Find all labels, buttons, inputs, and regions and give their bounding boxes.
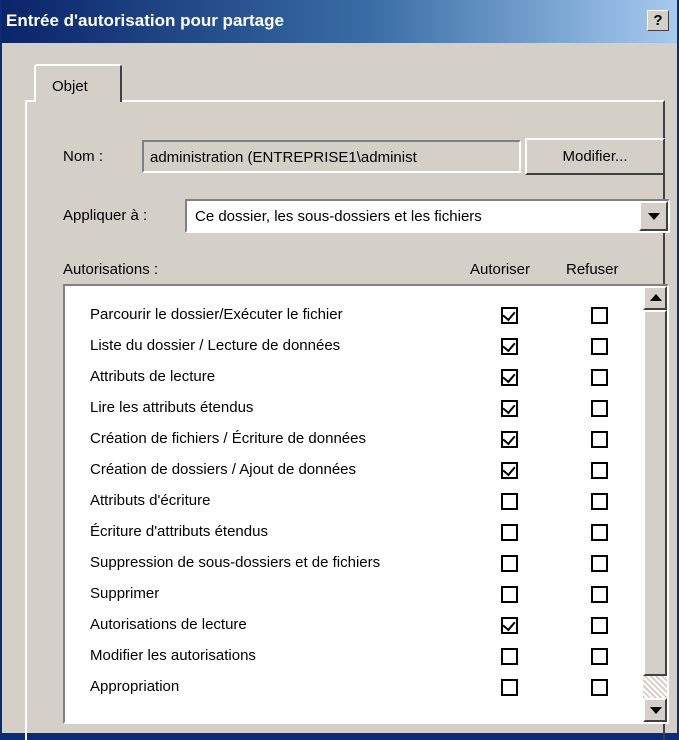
permission-label: Attributs d'écriture [90, 492, 211, 509]
deny-checkbox[interactable] [591, 648, 608, 665]
deny-checkbox[interactable] [591, 431, 608, 448]
permission-row: Attributs de lecture [65, 362, 635, 393]
checkmark-icon [502, 431, 516, 446]
allow-column-header: Autoriser [470, 261, 531, 278]
permission-entry-dialog: Entrée d'autorisation pour partage ? Obj… [0, 0, 679, 740]
permission-row: Écriture d'attributs étendus [65, 517, 635, 548]
permission-label: Liste du dossier / Lecture de données [90, 337, 341, 354]
deny-checkbox[interactable] [591, 307, 608, 324]
scroll-thumb[interactable] [643, 310, 667, 676]
name-value: administration (ENTREPRISE1\administ [150, 149, 417, 166]
deny-checkbox[interactable] [591, 555, 608, 572]
deny-checkbox[interactable] [591, 586, 608, 603]
allow-checkbox[interactable] [501, 431, 518, 448]
allow-checkbox[interactable] [501, 338, 518, 355]
tab-label: Objet [52, 78, 88, 95]
permission-row: Lire les attributs étendus [65, 393, 635, 424]
apply-to-value: Ce dossier, les sous-dossiers et les fic… [195, 208, 482, 225]
chevron-down-icon [648, 213, 660, 220]
permission-label: Création de dossiers / Ajout de données [90, 461, 357, 478]
permission-row: Création de dossiers / Ajout de données [65, 455, 635, 486]
allow-checkbox[interactable] [501, 648, 518, 665]
permission-row: Parcourir le dossier/Exécuter le fichier [65, 300, 635, 331]
permission-label: Suppression de sous-dossiers et de fichi… [90, 554, 381, 571]
apply-to-select[interactable]: Ce dossier, les sous-dossiers et les fic… [185, 199, 670, 233]
permission-row: Supprimer [65, 579, 635, 610]
deny-checkbox[interactable] [591, 369, 608, 386]
permission-label: Modifier les autorisations [90, 647, 256, 664]
permission-row: Autorisations de lecture [65, 610, 635, 641]
scroll-down-button[interactable] [643, 698, 667, 722]
allow-checkbox[interactable] [501, 369, 518, 386]
deny-column-header: Refuser [566, 261, 619, 278]
checkmark-icon [502, 617, 516, 632]
allow-checkbox[interactable] [501, 679, 518, 696]
title-bar[interactable]: Entrée d'autorisation pour partage ? [2, 0, 677, 43]
vertical-scrollbar[interactable] [643, 286, 667, 722]
permission-row: Liste du dossier / Lecture de données [65, 331, 635, 362]
name-field: administration (ENTREPRISE1\administ [142, 140, 521, 173]
checkmark-icon [502, 338, 516, 353]
deny-checkbox[interactable] [591, 617, 608, 634]
permission-row: Attributs d'écriture [65, 486, 635, 517]
name-label: Nom : [63, 148, 104, 165]
allow-checkbox[interactable] [501, 524, 518, 541]
apply-to-label: Appliquer à : [63, 207, 148, 224]
permissions-list[interactable]: Parcourir le dossier/Exécuter le fichier… [63, 284, 669, 724]
deny-checkbox[interactable] [591, 493, 608, 510]
permission-label: Supprimer [90, 585, 160, 602]
permission-label: Appropriation [90, 678, 180, 695]
permission-row: Modifier les autorisations [65, 641, 635, 672]
checkmark-icon [502, 400, 516, 415]
arrow-up-icon [650, 294, 662, 301]
scroll-track[interactable] [643, 676, 667, 698]
deny-checkbox[interactable] [591, 338, 608, 355]
allow-checkbox[interactable] [501, 307, 518, 324]
permissions-label: Autorisations : [63, 261, 159, 278]
allow-checkbox[interactable] [501, 586, 518, 603]
permission-label: Lire les attributs étendus [90, 399, 254, 416]
modify-button[interactable]: Modifier... [525, 138, 665, 175]
arrow-down-icon [650, 707, 662, 714]
window-title: Entrée d'autorisation pour partage [6, 11, 284, 30]
deny-checkbox[interactable] [591, 400, 608, 417]
permission-row: Appropriation [65, 672, 635, 703]
checkmark-icon [502, 307, 516, 322]
allow-checkbox[interactable] [501, 462, 518, 479]
checkmark-icon [502, 369, 516, 384]
dropdown-button[interactable] [639, 201, 668, 231]
question-mark-icon: ? [653, 12, 663, 29]
deny-checkbox[interactable] [591, 462, 608, 479]
permission-row: Suppression de sous-dossiers et de fichi… [65, 548, 635, 579]
permission-label: Attributs de lecture [90, 368, 216, 385]
allow-checkbox[interactable] [501, 617, 518, 634]
permission-label: Parcourir le dossier/Exécuter le fichier [90, 306, 343, 323]
tab-objet[interactable]: Objet [34, 64, 122, 102]
deny-checkbox[interactable] [591, 524, 608, 541]
permission-label: Autorisations de lecture [90, 616, 247, 633]
permission-label: Création de fichiers / Écriture de donné… [90, 430, 366, 447]
allow-checkbox[interactable] [501, 400, 518, 417]
allow-checkbox[interactable] [501, 493, 518, 510]
help-button[interactable]: ? [647, 10, 669, 31]
scroll-up-button[interactable] [643, 286, 667, 310]
allow-checkbox[interactable] [501, 555, 518, 572]
permission-label: Écriture d'attributs étendus [90, 523, 268, 540]
permission-row: Création de fichiers / Écriture de donné… [65, 424, 635, 455]
deny-checkbox[interactable] [591, 679, 608, 696]
checkmark-icon [502, 462, 516, 477]
